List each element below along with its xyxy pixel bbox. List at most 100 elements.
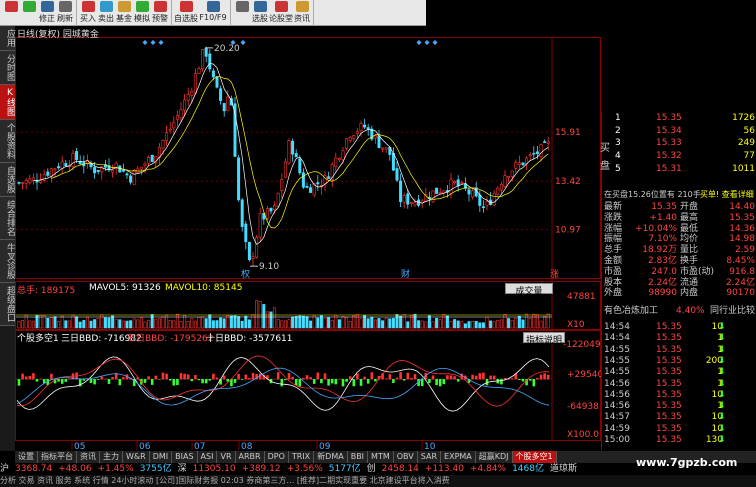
bbd-bar [190, 379, 194, 382]
toolbar-button[interactable]: 自选股 [174, 0, 198, 26]
indicator-tab[interactable]: ASI [198, 451, 218, 463]
volume-bar [21, 320, 25, 329]
toolbar-button-label: 自选股 [174, 14, 198, 23]
toolbar-button[interactable] [233, 0, 251, 26]
pending-detail-button[interactable]: 买单! 查看详细 [700, 190, 754, 200]
toolbar-button[interactable]: 选股 [251, 0, 269, 26]
volume-bar [67, 320, 71, 329]
volume-bar [93, 319, 97, 329]
toolbar-button[interactable]: 买入 [79, 0, 97, 26]
candle-body [521, 162, 525, 166]
toolbar-button[interactable]: 资讯 [293, 0, 311, 26]
bbd-bar [539, 374, 543, 380]
toolbar-group: 修正 刷新 [0, 0, 77, 26]
volume-label-unit: X10 [567, 320, 585, 330]
toolbar-button[interactable] [20, 0, 38, 26]
indicator-tab[interactable]: W&R [123, 451, 150, 463]
candle-body [409, 202, 413, 204]
indicator-tab[interactable]: 个股多空1 [512, 451, 557, 463]
tick-price: 15.35 [656, 322, 682, 332]
left-tab[interactable]: 应用 [0, 26, 15, 51]
left-tab[interactable]: 超级盘口 [0, 283, 15, 326]
bbd-bar [154, 375, 158, 380]
kline-chart-area[interactable]: 20.20 9.10 15.91 13.42 10.97 权财涨 05 06 07 08 09 10 … [15, 26, 603, 451]
indicator-tab[interactable]: OBV [394, 451, 418, 463]
volume-bar [532, 313, 536, 329]
indicator-help-button[interactable]: 指标说明 [523, 332, 565, 346]
sector-compare-button[interactable]: 同行业比较 [710, 306, 755, 316]
volume-label-max: 47881 [567, 292, 596, 302]
volume-bar [215, 320, 219, 329]
indicator-tab[interactable]: BBI [348, 451, 369, 463]
candle-body [244, 223, 248, 243]
month-tick-label: 09 [319, 442, 331, 451]
indicator-tab[interactable]: 指标平台 [38, 451, 77, 463]
indicator-tab[interactable]: VR [217, 451, 236, 463]
left-tab[interactable]: 综合排名 [0, 197, 15, 240]
bbd-bar [197, 379, 201, 381]
left-tab[interactable]: 牛叉诊股 [0, 240, 15, 283]
volume-bar [226, 315, 230, 329]
left-tab[interactable]: 分时图 [0, 51, 15, 85]
indicator-tab[interactable]: EXPMA [441, 451, 476, 463]
left-tab[interactable]: 自选股 [0, 163, 15, 197]
volume-bar [222, 318, 226, 329]
quote-label: 最低 [680, 223, 699, 234]
candle-body [345, 138, 349, 149]
volume-bar [150, 314, 154, 329]
indicator-tab[interactable]: 设置 [15, 451, 38, 463]
quote-row: 涨幅 +10.04% 最低 14.36 [602, 224, 756, 234]
toolbar-button[interactable] [2, 0, 20, 26]
toolbar-button[interactable]: 修正 [38, 0, 56, 26]
tick-price: 15.35 [656, 389, 682, 400]
indicator-tab[interactable]: ARBR [236, 451, 265, 463]
toolbar-button[interactable]: 基金 [115, 0, 133, 26]
candle-body [305, 186, 309, 188]
indicator-tab[interactable]: BIAS [172, 451, 198, 463]
candle-body [366, 127, 370, 130]
status-item: 沪 [0, 464, 10, 474]
toolbar-button[interactable]: 卖出 [97, 0, 115, 26]
indicator-tab[interactable]: 资讯 [77, 451, 100, 463]
volume-indicator-button[interactable]: 成交量 [505, 283, 553, 297]
left-tab[interactable]: K线图 [0, 85, 15, 120]
toolbar-empty-area [426, 0, 756, 26]
indicator-tab[interactable]: SAR [418, 451, 442, 463]
volume-bar [478, 322, 482, 329]
indicator-tab[interactable]: 超赢KDJ [476, 451, 513, 463]
bbd-bar [17, 379, 21, 386]
sector-name: 有色冶炼加工 [604, 306, 659, 316]
toolbar-button[interactable]: 论股堂 [269, 0, 293, 26]
bbd-bar [248, 377, 251, 380]
quote-label: 涨跌 [604, 212, 623, 223]
candle-body [507, 176, 511, 178]
volume-bar [28, 320, 32, 329]
indicator-tab[interactable]: DMI [150, 451, 173, 463]
chart-canvas[interactable]: 20.20 9.10 15.91 13.42 10.97 权 财 涨 05 06 07 08 09 10 [15, 26, 601, 451]
signal-diamond [158, 40, 164, 45]
toolbar-button[interactable]: 模拟 [133, 0, 151, 26]
indicator-tab[interactable]: DPO [265, 451, 289, 463]
left-tab[interactable]: 个股资料 [0, 120, 15, 163]
bbd-bar [172, 379, 176, 386]
toolbar-group: 选股 论股堂 资讯 [231, 0, 314, 26]
volume-bar [237, 316, 241, 329]
price-axis-label: 15.91 [555, 128, 581, 138]
toolbar-button[interactable]: 刷新 [56, 0, 74, 26]
order-volume: 56 [743, 125, 755, 136]
tick-row: 14:56 15.35 1 ⬇ [602, 379, 756, 389]
volume-bar [139, 316, 143, 329]
bbd-bar [64, 379, 68, 382]
indicator-tab[interactable]: 新DMA [314, 451, 348, 463]
quote-value: 15.35 [729, 212, 755, 223]
toolbar-button[interactable]: F10/F9 [198, 0, 228, 26]
status-item: +48.06 [58, 464, 92, 474]
volume-bar [273, 307, 277, 329]
indicator-tab[interactable]: MTM [368, 451, 394, 463]
indicator-tab[interactable]: 主力 [100, 451, 123, 463]
indicator-tab[interactable]: TRIX [289, 451, 315, 463]
toolbar-button[interactable]: 预警 [151, 0, 169, 26]
quote-value: 7.10% [648, 234, 677, 245]
volume-bar [111, 315, 115, 329]
candle-body [71, 153, 75, 167]
